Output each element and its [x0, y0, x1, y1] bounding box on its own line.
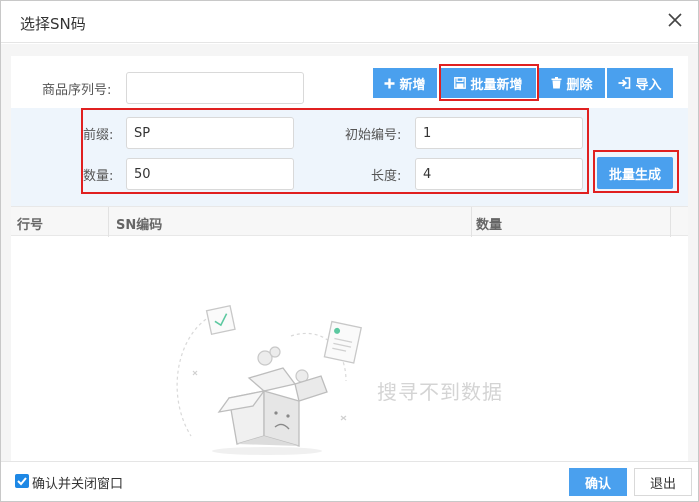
confirm-close-label[interactable]: 确认并关闭窗口	[32, 473, 123, 492]
confirm-close-checkbox[interactable]	[15, 474, 29, 488]
select-sn-dialog: 选择SN码 商品序列号: 新增 批量新增 删除 导入 前缀: SP 初始编号: …	[0, 0, 699, 502]
confirm-button[interactable]: 确认	[569, 468, 627, 496]
count-label: 数量:	[83, 169, 114, 184]
add-button-label: 新增	[399, 77, 426, 93]
dialog-titlebar: 选择SN码	[1, 1, 698, 43]
empty-state-text: 搜寻不到数据	[377, 380, 503, 404]
serial-number-label: 商品序列号:	[42, 83, 112, 98]
delete-button[interactable]: 删除	[539, 68, 605, 98]
delete-button-label: 删除	[566, 77, 593, 93]
content-panel: 商品序列号: 新增 批量新增 删除 导入 前缀: SP 初始编号: 1 数量: …	[11, 56, 688, 461]
save-icon	[454, 77, 467, 89]
add-button[interactable]: 新增	[373, 68, 437, 98]
start-number-input[interactable]	[415, 117, 583, 149]
length-input[interactable]	[415, 158, 583, 190]
plus-icon	[384, 78, 395, 88]
column-divider	[670, 207, 671, 237]
import-button-label: 导入	[635, 77, 662, 93]
checkmark-icon	[17, 477, 27, 486]
start-number-label: 初始编号:	[345, 128, 402, 143]
prefix-input[interactable]	[126, 117, 294, 149]
column-divider	[108, 207, 109, 237]
column-header-row-number: 行号	[17, 218, 44, 233]
column-header-quantity: 数量	[476, 218, 503, 233]
close-icon[interactable]	[666, 11, 684, 29]
column-header-sn-code: SN编码	[116, 218, 163, 233]
trash-icon	[551, 77, 562, 89]
batch-generate-button[interactable]: 批量生成	[597, 157, 673, 189]
import-button[interactable]: 导入	[607, 68, 673, 98]
column-divider	[471, 207, 472, 237]
grid-header: 行号 SN编码 数量	[11, 206, 688, 237]
batch-generate-panel: 前缀: 初始编号: 数量: 长度: 批量生成	[11, 108, 688, 206]
empty-box-icon	[176, 305, 362, 455]
sign-in-icon	[618, 77, 631, 89]
prefix-label: 前缀:	[83, 128, 114, 143]
batch-add-button[interactable]: 批量新增	[441, 68, 536, 98]
serial-number-input[interactable]	[126, 72, 304, 104]
dialog-title: 选择SN码	[20, 15, 86, 33]
dialog-body: 商品序列号: 新增 批量新增 删除 导入 前缀: SP 初始编号: 1 数量: …	[1, 44, 698, 461]
batch-generate-button-label: 批量生成	[608, 167, 661, 183]
exit-button[interactable]: 退出	[634, 468, 692, 496]
dialog-footer: 确认并关闭窗口 确认 退出	[1, 461, 698, 501]
length-label: 长度:	[371, 169, 402, 184]
count-input[interactable]	[126, 158, 294, 190]
batch-add-button-label: 批量新增	[470, 77, 523, 93]
